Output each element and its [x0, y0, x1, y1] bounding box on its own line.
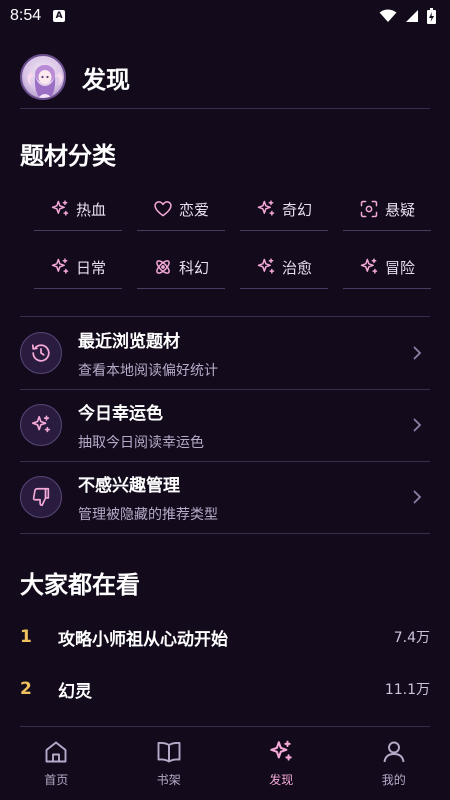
book-title: 攻略小师祖从心动开始 — [58, 629, 228, 650]
avatar[interactable] — [20, 54, 66, 100]
sparkle-icon — [257, 200, 275, 216]
status-time: 8:54 — [10, 7, 42, 24]
genre-chip-qihuan[interactable]: 奇幻 — [240, 188, 328, 231]
list-title: 今日幸运色 — [78, 403, 163, 424]
list-subtitle: 查看本地阅读偏好统计 — [78, 362, 218, 379]
home-icon — [45, 741, 67, 762]
wifi-icon — [379, 9, 397, 22]
genres-section-title: 题材分类 — [20, 142, 116, 170]
read-count: 11.1万 — [384, 682, 430, 698]
genre-chip-zhiyu[interactable]: 治愈 — [240, 246, 328, 289]
popular-row[interactable]: 1 攻略小师祖从心动开始 7.4万 — [20, 617, 430, 657]
list-icon-badge — [20, 476, 62, 518]
book-title: 幻灵 — [58, 681, 92, 702]
sparkle-icon — [31, 415, 51, 433]
rank-number: 1 — [20, 627, 32, 647]
history-icon — [31, 344, 50, 362]
avatar-illustration — [27, 65, 63, 98]
bottom-tab-bar: 首页 书架 发现 我的 — [0, 726, 450, 800]
app-notification-icon: A — [53, 10, 66, 22]
genre-label: 恋爱 — [178, 200, 209, 219]
sparkle-icon — [360, 258, 378, 274]
page-header: 发现 — [20, 45, 430, 109]
tab-home[interactable]: 首页 — [0, 726, 113, 800]
popular-row[interactable]: 2 幻灵 11.1万 — [20, 669, 430, 709]
genre-chip-kehuan[interactable]: 科幻 — [137, 246, 225, 289]
signal-icon — [406, 10, 418, 22]
genre-grid: 热血 恋爱 奇幻 悬疑 日常 科幻 治愈 冒险 — [34, 188, 431, 289]
rank-number: 2 — [20, 679, 32, 699]
page-title: 发现 — [82, 65, 130, 94]
genre-chip-lianai[interactable]: 恋爱 — [137, 188, 225, 231]
genre-label: 科幻 — [178, 258, 209, 277]
list-icon-badge — [20, 404, 62, 446]
scan-face-icon — [360, 200, 378, 218]
genre-label: 热血 — [75, 200, 106, 219]
atom-icon — [156, 260, 170, 274]
features-bottom-divider — [20, 533, 430, 534]
tab-profile[interactable]: 我的 — [338, 726, 450, 800]
genre-chip-xuanyi[interactable]: 悬疑 — [343, 188, 431, 231]
header-divider — [20, 108, 430, 109]
tab-label: 首页 — [44, 772, 69, 787]
list-title: 不感兴趣管理 — [78, 475, 180, 496]
genre-chip-maoxian[interactable]: 冒险 — [343, 246, 431, 289]
not-interested-item[interactable]: 不感兴趣管理 管理被隐藏的推荐类型 — [20, 461, 430, 533]
tab-label: 我的 — [381, 772, 406, 787]
read-count: 7.4万 — [393, 630, 430, 646]
genre-chip-richang[interactable]: 日常 — [34, 246, 122, 289]
list-icon-badge — [20, 332, 62, 374]
chevron-right-icon — [413, 418, 422, 432]
list-subtitle: 管理被隐藏的推荐类型 — [78, 506, 218, 523]
tab-label: 书架 — [156, 772, 181, 787]
chevron-right-icon — [413, 346, 422, 360]
genre-label: 冒险 — [384, 258, 415, 277]
sparkle-icon — [270, 740, 293, 761]
list-text: 今日幸运色 抽取今日阅读幸运色 — [78, 399, 410, 452]
sparkle-icon — [257, 258, 275, 274]
list-text: 不感兴趣管理 管理被隐藏的推荐类型 — [78, 471, 410, 524]
status-icons — [379, 8, 436, 24]
thumbs-down-icon — [32, 487, 50, 507]
genre-label: 治愈 — [281, 258, 312, 277]
list-title: 最近浏览题材 — [78, 331, 180, 352]
list-text: 最近浏览题材 查看本地阅读偏好统计 — [78, 327, 410, 380]
genre-chip-rexue[interactable]: 热血 — [34, 188, 122, 231]
battery-icon — [427, 8, 436, 24]
popular-section-title: 大家都在看 — [20, 571, 140, 599]
tab-label: 发现 — [269, 772, 294, 787]
chevron-right-icon — [413, 490, 422, 504]
sparkle-icon — [51, 258, 69, 274]
sparkle-icon — [51, 200, 69, 216]
genre-label: 悬疑 — [384, 200, 415, 219]
book-icon — [157, 741, 181, 762]
lucky-color-item[interactable]: 今日幸运色 抽取今日阅读幸运色 — [20, 389, 430, 461]
user-icon — [383, 741, 405, 762]
tab-discover[interactable]: 发现 — [225, 726, 338, 800]
status-bar: 8:54 A — [0, 0, 450, 32]
genre-label: 日常 — [75, 258, 106, 277]
list-subtitle: 抽取今日阅读幸运色 — [78, 434, 204, 451]
tab-bookshelf[interactable]: 书架 — [113, 726, 226, 800]
recent-genres-item[interactable]: 最近浏览题材 查看本地阅读偏好统计 — [20, 317, 430, 389]
genre-label: 奇幻 — [281, 200, 312, 219]
heart-icon — [154, 201, 172, 217]
